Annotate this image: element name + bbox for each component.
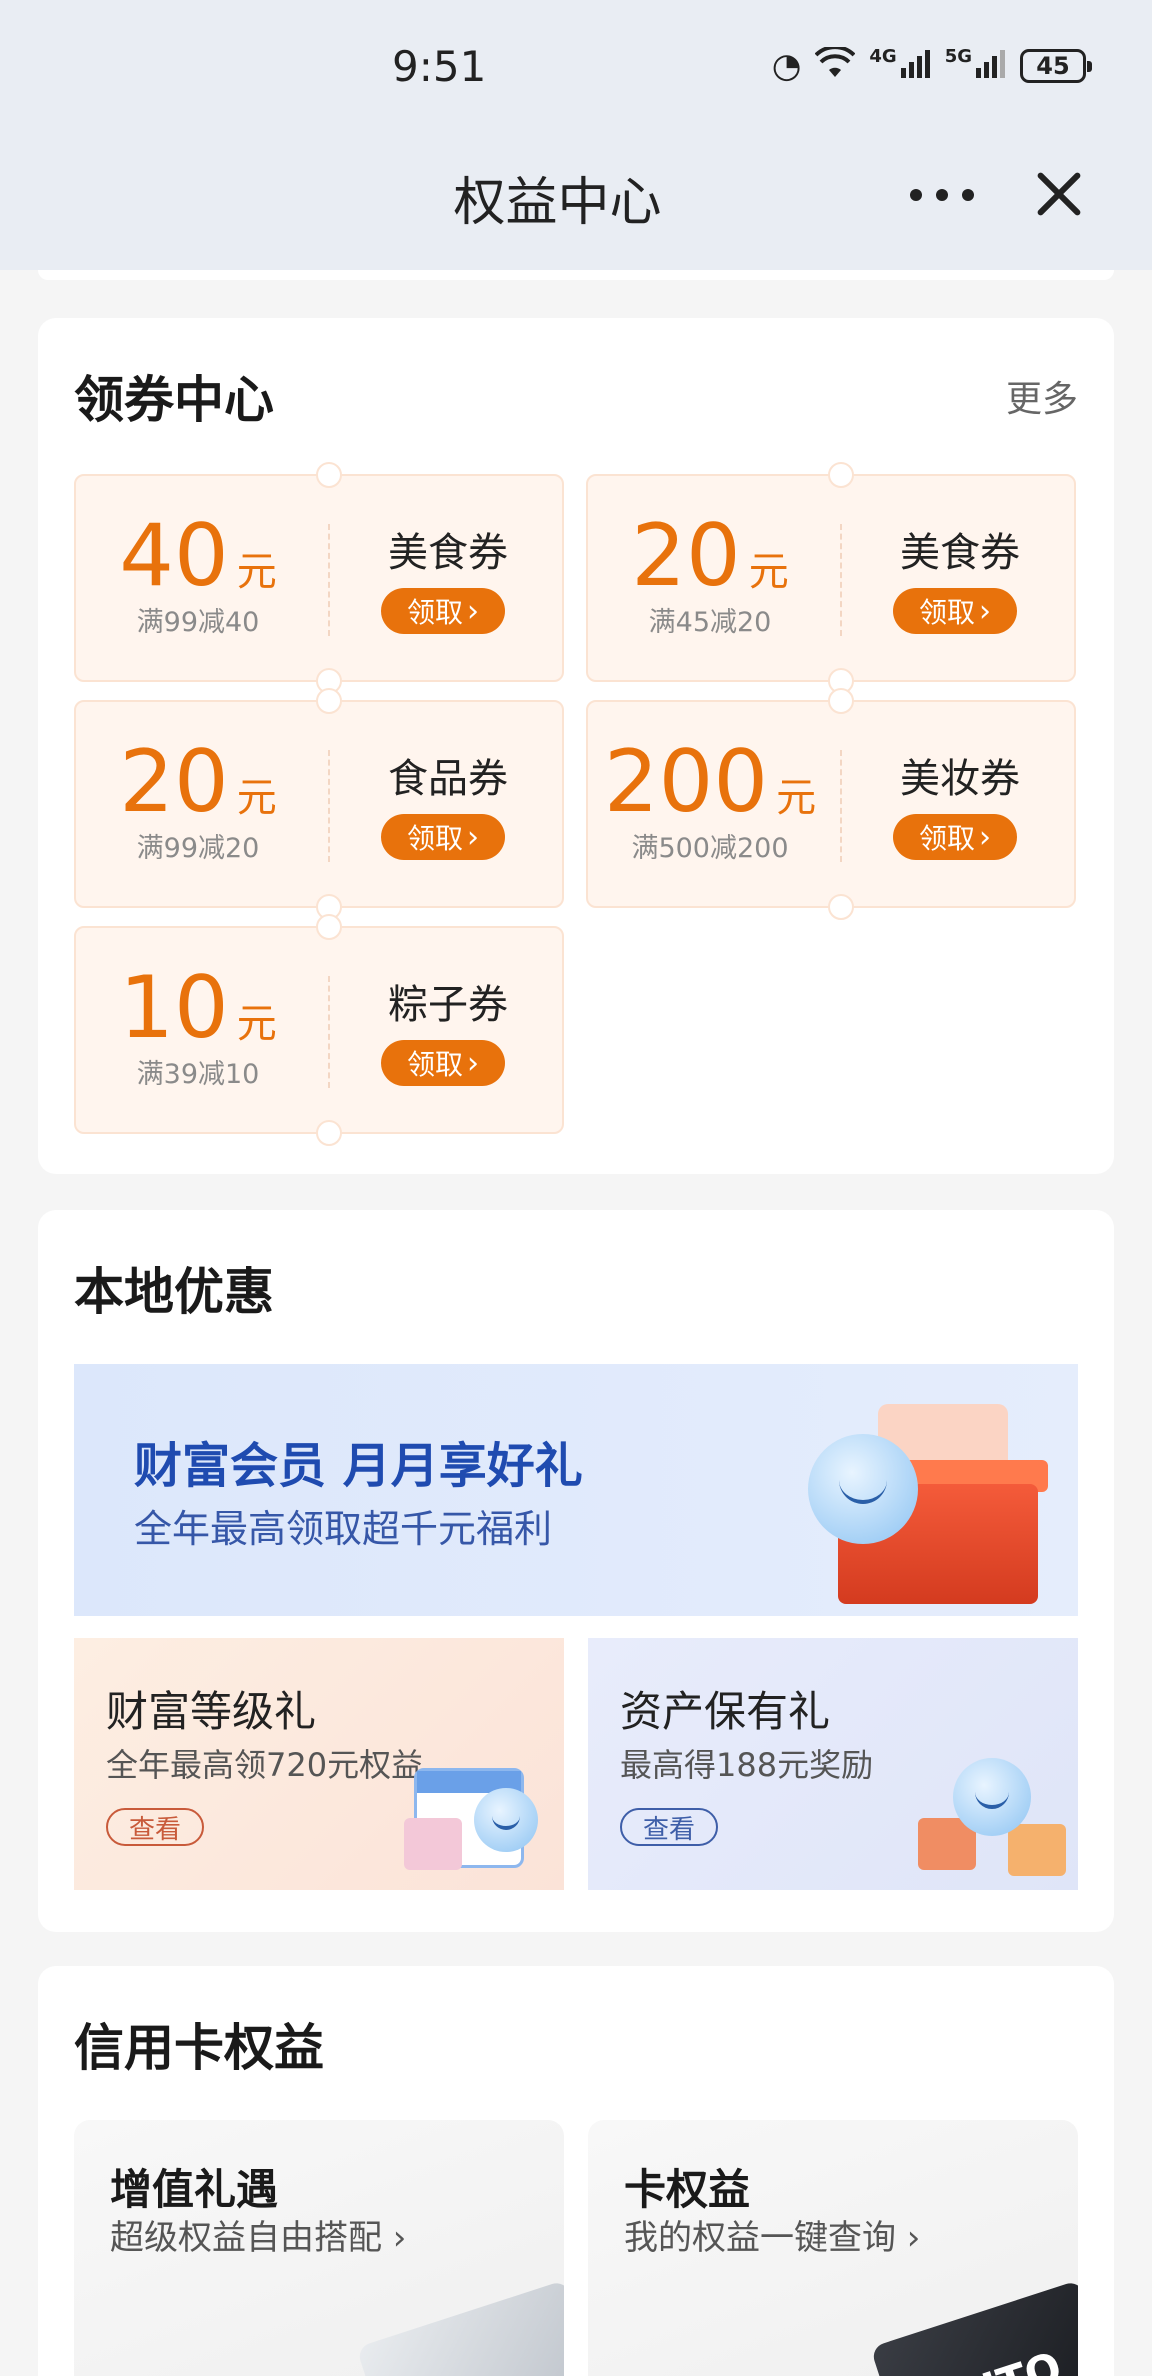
asset-holding-gift-tile[interactable]: 资产保有礼 最高得188元奖励 查看: [588, 1638, 1078, 1890]
chevron-right-icon: ›: [896, 2218, 921, 2258]
chevron-right-icon: ›: [467, 1045, 479, 1081]
banner-subtitle: 全年最高领取超千元福利: [134, 1507, 553, 1551]
gift-icon: [404, 1818, 462, 1870]
view-button[interactable]: 查看: [106, 1808, 204, 1846]
tile-title: 增值礼遇: [110, 2165, 279, 2214]
gift-icon: [1008, 1824, 1066, 1876]
coupon-type: 粽子券: [388, 982, 508, 1028]
dragon-mascot-icon: [953, 1758, 1031, 1836]
coupon-rule: 满39减10: [136, 1059, 260, 1090]
bank-card-image: AUTO: [870, 2279, 1078, 2376]
chevron-right-icon: ›: [467, 593, 479, 629]
more-options-icon[interactable]: [910, 170, 974, 220]
tile-title: 资产保有礼: [620, 1687, 831, 1736]
local-offers-card: 本地优惠 财富会员 月月享好礼 全年最高领取超千元福利 财富等级礼 全年最高领7…: [38, 1210, 1114, 1932]
banner-title: 财富会员 月月享好礼: [134, 1438, 583, 1494]
network-label-1: 4G: [869, 45, 897, 67]
status-time: 9:51: [392, 42, 487, 91]
dragon-mascot-icon: [808, 1434, 918, 1544]
previous-card-edge: [38, 270, 1114, 280]
coupon-item: 20 元 满45减20 美食券 领取 ›: [586, 462, 1076, 694]
status-icons: ◔ 4G 5G 45: [771, 42, 1092, 90]
signal-icon-1: [900, 48, 931, 84]
coupon-amount: 40 元: [119, 506, 277, 606]
claim-button[interactable]: 领取 ›: [381, 1040, 505, 1086]
coupon-rule: 满500减200: [631, 833, 789, 864]
coupon-type: 食品券: [388, 756, 508, 802]
view-button[interactable]: 查看: [620, 1808, 718, 1846]
coupon-rule: 满45减20: [648, 607, 772, 638]
coupon-item: 20 元 满99减20 食品券 领取 ›: [74, 688, 564, 920]
wifi-icon: [814, 45, 856, 85]
battery-icon: 45: [1020, 49, 1092, 83]
coupon-type: 美食券: [388, 530, 508, 576]
credit-card-rights-title: 信用卡权益: [74, 2019, 324, 2077]
coupon-type: 美食券: [900, 530, 1020, 576]
credit-card-rights-card: 信用卡权益 增值礼遇 超级权益自由搭配 › 卡权益 我的权益一键查询 › AUT…: [38, 1966, 1114, 2376]
chevron-right-icon: ›: [979, 593, 991, 629]
coupon-center-card: 领券中心 更多 40 元 满99减40 美食券 领取 › 20 元 满45减20 美食…: [38, 318, 1114, 1174]
coupon-amount: 20 元: [119, 732, 277, 832]
wealth-level-gift-tile[interactable]: 财富等级礼 全年最高领720元权益 查看: [74, 1638, 564, 1890]
coupon-item: 10 元 满39减10 粽子券 领取 ›: [74, 914, 564, 1146]
tile-subtitle: 超级权益自由搭配 ›: [110, 2218, 407, 2258]
chevron-right-icon: ›: [467, 819, 479, 855]
top-bar: 9:51 ◔ 4G 5G 45 权益中心: [0, 0, 1152, 270]
tile-subtitle: 全年最高领720元权益: [106, 1746, 424, 1784]
coupon-rule: 满99减20: [136, 833, 260, 864]
coupon-item: 200 元 满500减200 美妆券 领取 ›: [586, 688, 1076, 920]
coupon-type: 美妆券: [900, 756, 1020, 802]
local-offers-title: 本地优惠: [74, 1263, 274, 1321]
claim-button[interactable]: 领取 ›: [381, 814, 505, 860]
tile-title: 财富等级礼: [106, 1687, 317, 1736]
tile-subtitle: 最高得188元奖励: [620, 1746, 874, 1784]
chevron-right-icon: ›: [979, 819, 991, 855]
claim-button[interactable]: 领取 ›: [893, 588, 1017, 634]
coupon-center-title: 领券中心: [74, 371, 274, 429]
network-label-2: 5G: [944, 45, 972, 67]
dragon-mascot-icon: [474, 1788, 538, 1852]
chevron-right-icon: ›: [382, 2218, 407, 2258]
value-added-benefits-tile[interactable]: 增值礼遇 超级权益自由搭配 ›: [74, 2120, 564, 2376]
coupon-rule: 满99减40: [136, 607, 260, 638]
claim-button[interactable]: 领取 ›: [893, 814, 1017, 860]
tile-subtitle: 我的权益一键查询 ›: [624, 2218, 921, 2258]
coupon-amount: 10 元: [119, 958, 277, 1058]
card-benefits-tile[interactable]: 卡权益 我的权益一键查询 › AUTO: [588, 2120, 1078, 2376]
more-link[interactable]: 更多: [1006, 370, 1078, 422]
coupon-amount: 200 元: [603, 732, 817, 832]
close-icon[interactable]: [1030, 166, 1086, 222]
coupon-amount: 20 元: [631, 506, 789, 606]
bank-card-image: [356, 2279, 564, 2376]
coupon-item: 40 元 满99减40 美食券 领取 ›: [74, 462, 564, 694]
speed-icon: ◔: [771, 46, 802, 86]
claim-button[interactable]: 领取 ›: [381, 588, 505, 634]
wealth-member-banner[interactable]: 财富会员 月月享好礼 全年最高领取超千元福利: [74, 1364, 1078, 1616]
tile-title: 卡权益: [624, 2165, 751, 2214]
signal-icon-2: [976, 48, 1006, 84]
